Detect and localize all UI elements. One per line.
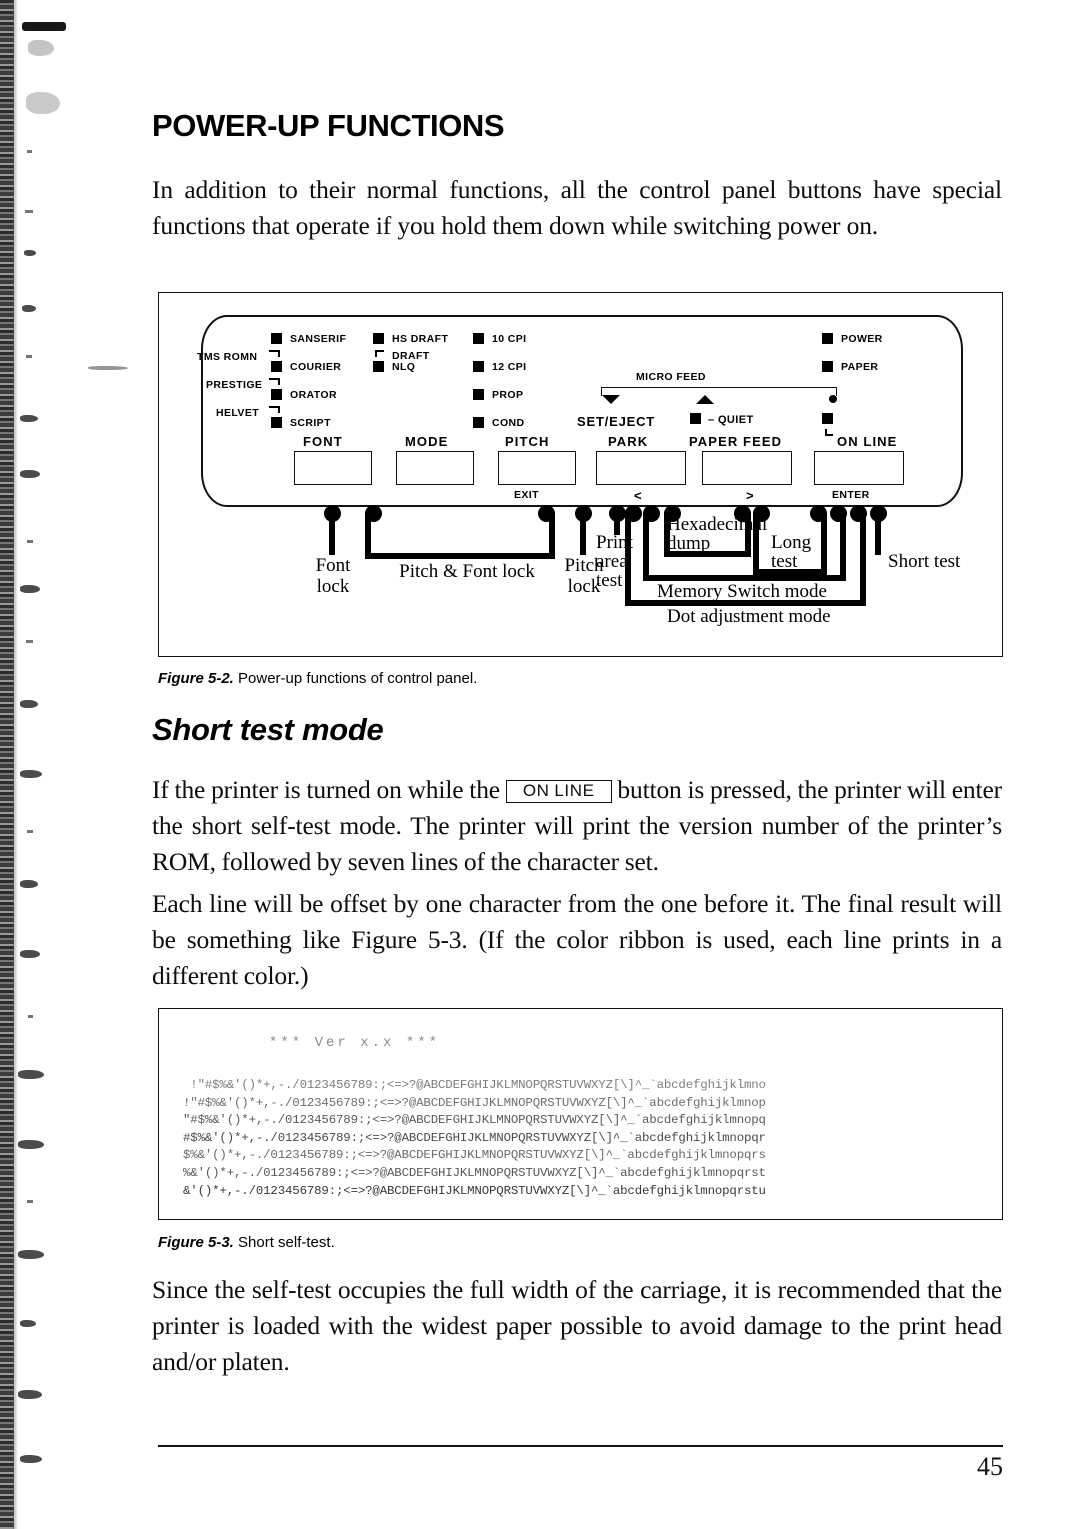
- font-button[interactable]: [294, 451, 372, 485]
- self-test-character-line: !"#$%&'()*+,-./0123456789:;<=>?@ABCDEFGH…: [183, 1078, 766, 1092]
- figure-5-3-caption: Figure 5-3. Short self-test.: [158, 1234, 335, 1251]
- led-hs-draft: [373, 333, 384, 344]
- tick-tms-romn: [269, 350, 280, 357]
- led-12-cpi: [473, 361, 484, 372]
- led-label-10-cpi: 10 CPI: [492, 333, 527, 345]
- paragraph-carriage-warning: Since the self-test occupies the full wi…: [152, 1275, 1002, 1376]
- button-label-pitch: PITCH: [505, 434, 550, 449]
- figure-5-3-caption-label: Figure 5-3.: [158, 1234, 234, 1251]
- led-label-prestige: PRESTIGE: [206, 379, 263, 391]
- inline-on-line-key: ON LINE: [505, 780, 612, 803]
- led-orator: [271, 389, 282, 400]
- led-label-script: SCRIPT: [290, 417, 331, 429]
- paper-feed-button[interactable]: [702, 451, 792, 485]
- led-label-orator: ORATOR: [290, 389, 337, 401]
- button-label-paper-feed: PAPER FEED: [689, 434, 783, 449]
- intro-paragraph: In addition to their normal functions, a…: [152, 175, 1002, 240]
- park-button[interactable]: [596, 451, 686, 485]
- led-nlq: [373, 361, 384, 372]
- figure-5-2-caption: Figure 5-2. Power-up functions of contro…: [158, 670, 477, 687]
- led-label-cond: COND: [492, 417, 525, 429]
- led-label-helvet: HELVET: [216, 407, 260, 419]
- button-label-font: FONT: [303, 434, 343, 449]
- paragraph-text-before-key: If the printer is turned on while the: [152, 775, 500, 804]
- figure-5-3-caption-text: Short self-test.: [238, 1234, 335, 1251]
- secondary-label-enter: ENTER: [832, 489, 870, 501]
- led-10-cpi: [473, 333, 484, 344]
- button-label-on-line: ON LINE: [837, 434, 898, 449]
- led-cond: [473, 417, 484, 428]
- micro-feed-terminator-dot-icon: [829, 395, 837, 403]
- on-line-corner-icon: [825, 429, 833, 436]
- secondary-label-left-arrow: <: [634, 488, 642, 503]
- self-test-character-line: !"#$%&'()*+,-./0123456789:;<=>?@ABCDEFGH…: [183, 1095, 766, 1110]
- micro-feed-up-arrow-icon: [696, 395, 714, 404]
- figure-5-2-caption-label: Figure 5-2.: [158, 670, 234, 687]
- self-test-character-line: $%&'()*+,-./0123456789:;<=>?@ABCDEFGHIJK…: [183, 1148, 766, 1163]
- led-label-hs-draft: HS DRAFT: [392, 333, 449, 345]
- page-title: POWER-UP FUNCTIONS: [152, 108, 505, 143]
- button-label-park: PARK: [608, 434, 649, 449]
- self-test-character-line: #$%&'()*+,-./0123456789:;<=>?@ABCDEFGHIJ…: [183, 1130, 766, 1145]
- paragraph-offset-lines: Each line will be offset by one characte…: [152, 889, 1002, 990]
- secondary-label-right-arrow: >: [746, 488, 754, 503]
- pitch-button[interactable]: [498, 451, 576, 485]
- led-label-power: POWER: [841, 333, 883, 345]
- micro-feed-bracket: [601, 387, 837, 396]
- led-label-nlq: NLQ: [392, 361, 416, 373]
- self-test-version-line: *** Ver x.x ***: [269, 1035, 441, 1051]
- led-paper: [822, 361, 833, 372]
- section-subheading: Short test mode: [152, 712, 384, 747]
- figure-5-3-frame: *** Ver x.x *** !"#$%&'()*+,-./012345678…: [158, 1008, 1003, 1220]
- led-label-courier: COURIER: [290, 361, 342, 373]
- self-test-character-line: %&'()*+,-./0123456789:;<=>?@ABCDEFGHIJKL…: [183, 1165, 766, 1180]
- led-script: [271, 417, 282, 428]
- led-label-paper: PAPER: [841, 361, 879, 373]
- callout-pin-stem: [875, 513, 881, 555]
- self-test-character-line: "#$%&'()*+,-./0123456789:;<=>?@ABCDEFGHI…: [183, 1113, 766, 1128]
- self-test-character-block: !"#$%&'()*+,-./0123456789:;<=>?@ABCDEFGH…: [183, 1077, 983, 1200]
- callout-label-dot-adjustment-mode: Dot adjustment mode: [667, 606, 831, 627]
- callout-bracket-pitch-font-lock: [365, 513, 555, 559]
- led-label-quiet: – QUIET: [708, 414, 754, 426]
- on-line-button[interactable]: [814, 451, 904, 485]
- led-prop: [473, 389, 484, 400]
- tick-prestige: [269, 378, 280, 385]
- led-power: [822, 333, 833, 344]
- tick-draft: [375, 350, 384, 357]
- callout-pin-stem: [329, 513, 335, 555]
- callout-bracket-dot-adjustment-mode: [625, 513, 866, 606]
- callout-label-font-lock: Font lock: [315, 555, 351, 597]
- led-on-line: [822, 413, 833, 424]
- figure-5-2-frame: SANSERIF TMS ROMN COURIER PRESTIGE ORATO…: [158, 292, 1003, 657]
- callout-label-short-test: Short test: [888, 551, 961, 572]
- led-quiet: [690, 413, 701, 424]
- led-label-prop: PROP: [492, 389, 524, 401]
- footer-rule: [158, 1445, 1003, 1447]
- led-label-sanserif: SANSERIF: [290, 333, 347, 345]
- micro-feed-label: MICRO FEED: [636, 371, 706, 383]
- document-page: POWER-UP FUNCTIONS In addition to their …: [0, 0, 1080, 1529]
- led-label-tms-romn: TMS ROMN: [197, 351, 258, 363]
- led-sanserif: [271, 333, 282, 344]
- button-label-mode: MODE: [405, 434, 449, 449]
- callout-pin-stem: [580, 513, 586, 555]
- figure-5-2-caption-text: Power-up functions of control panel.: [238, 670, 478, 687]
- led-label-12-cpi: 12 CPI: [492, 361, 527, 373]
- callout-label-pitch-font-lock: Pitch & Font lock: [399, 561, 535, 582]
- paragraph-short-test: If the printer is turned on while the ON…: [152, 772, 1002, 880]
- self-test-character-line: &'()*+,-./0123456789:;<=>?@ABCDEFGHIJKLM…: [183, 1183, 766, 1198]
- micro-feed-down-arrow-icon: [602, 395, 620, 404]
- button-label-set-eject: SET/EJECT: [577, 414, 655, 429]
- mode-button[interactable]: [396, 451, 474, 485]
- secondary-label-exit: EXIT: [514, 489, 539, 501]
- tick-helvet: [269, 406, 280, 413]
- page-number: 45: [977, 1452, 1003, 1481]
- led-courier: [271, 361, 282, 372]
